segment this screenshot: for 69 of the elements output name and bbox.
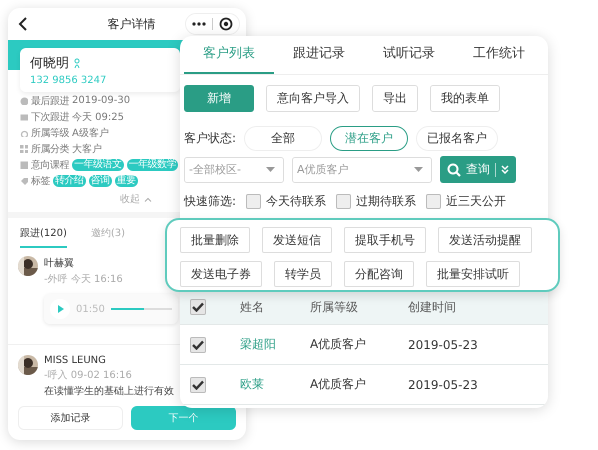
filter-checkbox[interactable]: 过期待联系: [336, 193, 416, 210]
info-value: 2019-09-30: [72, 95, 130, 106]
column-header: 姓名: [240, 298, 265, 316]
bulk-action-button[interactable]: 转学员: [274, 261, 332, 287]
row-checkbox[interactable]: [190, 376, 206, 392]
chevron-up-icon: [144, 196, 152, 202]
tag: 转介绍: [53, 174, 86, 186]
search-icon: [447, 162, 461, 176]
info-value: 今天 09:25: [72, 110, 124, 124]
more-icon[interactable]: [192, 22, 206, 26]
bulk-action-button[interactable]: 发送电子券: [180, 261, 262, 287]
info-label: 最后跟进: [31, 94, 69, 108]
menu-capsule[interactable]: [185, 13, 240, 35]
grid-icon: [20, 144, 28, 152]
table-cell-text: A优质客户: [310, 336, 368, 353]
info-value: A级客户: [72, 126, 109, 140]
record-meta: -外呼 今天 16:16: [44, 272, 123, 286]
info-value: 大客户: [72, 142, 102, 156]
bulk-action-button[interactable]: 批量安排试听: [426, 261, 520, 287]
info-label: 下次跟进: [31, 110, 69, 124]
phone-number: 132 9856 3247: [30, 75, 108, 86]
window-title: 客户详情: [106, 16, 156, 32]
bulk-action-button[interactable]: 批量删除: [180, 227, 250, 253]
table-cell-text: A优质客户: [310, 376, 368, 393]
add-record-button[interactable]: 添加记录: [18, 406, 123, 430]
caret-icon: [266, 167, 275, 172]
bulk-action-button[interactable]: 发送短信: [262, 227, 332, 253]
toolbar-button[interactable]: 我的表单: [430, 85, 500, 112]
target-icon[interactable]: [219, 17, 233, 31]
audio-time: 01:50: [76, 304, 105, 314]
bulk-action-button[interactable]: 发送活动提醒: [438, 227, 532, 253]
back-icon[interactable]: [18, 17, 28, 31]
table-cell-text: 2019-05-23: [408, 378, 479, 392]
tab[interactable]: 试听记录: [364, 36, 454, 74]
filter-checkbox[interactable]: 今天待联系: [246, 193, 326, 210]
toolbar-button[interactable]: 意向客户导入: [266, 85, 360, 112]
tag: 重要: [114, 174, 138, 186]
select-all-checkbox[interactable]: [190, 299, 206, 315]
toolbar-button[interactable]: 导出: [372, 85, 418, 112]
bulk-action-button[interactable]: 分配咨询: [344, 261, 414, 287]
customer-name: 何晓明: [30, 55, 69, 72]
table-cell-text: 2019-05-23: [408, 338, 479, 352]
record-text: 在读懂学生的基础上进行有效: [44, 384, 174, 398]
tag: 一年级数学: [126, 158, 178, 170]
info-label: 所属等级: [31, 126, 69, 140]
status-option[interactable]: 已报名客户: [416, 126, 498, 151]
filter-label: 快速筛选:: [184, 193, 236, 210]
info-label: 意向课程: [31, 158, 69, 172]
info-label: 标签: [31, 174, 50, 188]
row-checkbox[interactable]: [190, 336, 206, 352]
tab[interactable]: 跟进记录: [274, 36, 364, 74]
record-author: MISS LEUNG: [44, 355, 106, 366]
tag: 咨询: [88, 174, 112, 186]
person-icon: [74, 58, 80, 68]
record-author: 叶赫翼: [44, 256, 74, 270]
column-header: 所属等级: [310, 298, 359, 316]
record-meta: -呼入 09-02 16:16: [44, 368, 132, 382]
filter-checkbox[interactable]: 近三天公开: [426, 193, 506, 210]
caret-icon: [414, 167, 423, 172]
tag: 一年级语文: [72, 158, 124, 170]
bulk-action-button[interactable]: 提取手机号: [344, 227, 426, 253]
info-label: 所属分类: [31, 142, 69, 156]
column-header: 创建时间: [408, 298, 457, 316]
status-option[interactable]: 全部: [244, 126, 322, 151]
status-label: 客户状态:: [184, 130, 236, 147]
tab[interactable]: 工作统计: [454, 36, 544, 74]
chevron-icon: [501, 165, 509, 174]
tab[interactable]: 跟进(120): [20, 226, 67, 248]
tag-icon: [20, 176, 28, 184]
